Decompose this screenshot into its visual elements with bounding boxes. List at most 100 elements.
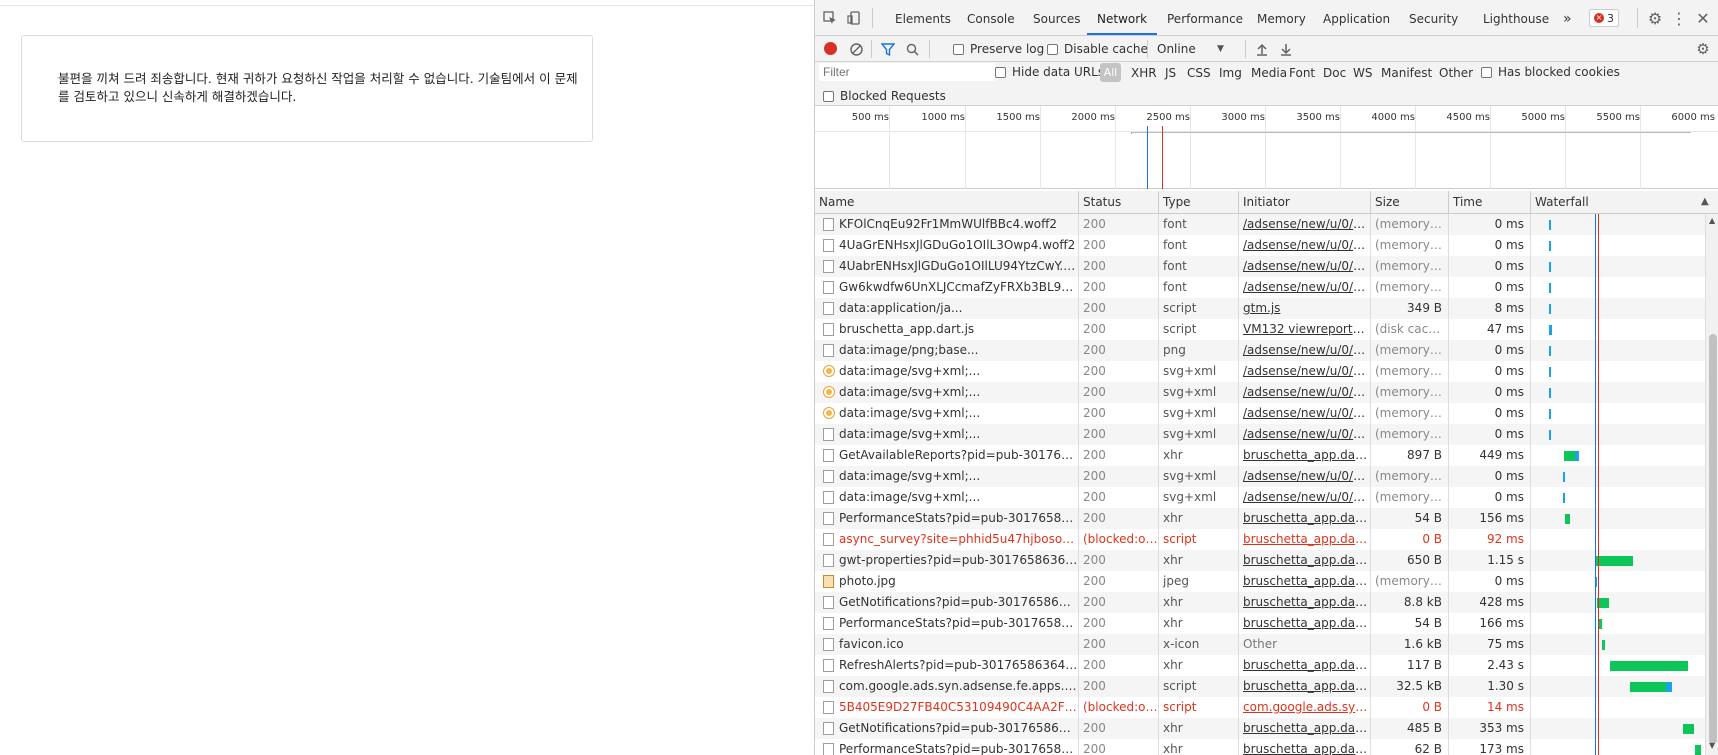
- request-name[interactable]: 5B405E9D27FB40C53109490C4AA2FB71.c...: [815, 697, 1079, 718]
- request-initiator[interactable]: /adsense/new/u/0/p...: [1239, 340, 1371, 361]
- request-name[interactable]: data:image/svg+xml;...: [815, 382, 1079, 403]
- request-initiator[interactable]: com.google.ads.syn....: [1239, 697, 1371, 718]
- request-name[interactable]: bruschetta_app.dart.js: [815, 319, 1079, 340]
- column-header-waterfall[interactable]: Waterfall: [1531, 191, 1718, 214]
- request-initiator[interactable]: bruschetta_app.dart.j...: [1239, 676, 1371, 697]
- request-name[interactable]: photo.jpg: [815, 571, 1079, 592]
- column-header-size[interactable]: Size: [1371, 191, 1449, 214]
- tab-sources[interactable]: Sources: [1033, 0, 1080, 35]
- throttle-dropdown-icon[interactable]: ▼: [1217, 36, 1224, 62]
- has-blocked-cookies-checkbox[interactable]: Has blocked cookies: [1481, 65, 1620, 79]
- request-name[interactable]: GetNotifications?pid=pub-301765863648...: [815, 718, 1079, 739]
- table-row[interactable]: data:image/svg+xml;... 200 svg+xml/adsense…: [815, 487, 1705, 508]
- tab-lighthouse[interactable]: Lighthouse: [1483, 0, 1549, 35]
- table-row[interactable]: data:image/svg+xml;... 200 svg+xml/adsense…: [815, 403, 1705, 424]
- filter-type-xhr[interactable]: XHR: [1131, 66, 1157, 80]
- table-row[interactable]: favicon.ico 200 x-icon Other 1.6 kB 75 ms: [815, 634, 1705, 655]
- request-name[interactable]: RefreshAlerts?pid=pub-301765863648706...: [815, 655, 1079, 676]
- filter-type-doc[interactable]: Doc: [1323, 66, 1346, 80]
- request-initiator[interactable]: /adsense/new/u/0/p...: [1239, 256, 1371, 277]
- column-header-status[interactable]: Status: [1079, 191, 1159, 214]
- checkbox-box[interactable]: [1047, 43, 1058, 55]
- filter-all-button[interactable]: All: [1100, 63, 1121, 82]
- request-name[interactable]: KFOlCnqEu92Fr1MmWUlfBBc4.woff2: [815, 214, 1079, 235]
- request-initiator[interactable]: /adsense/new/u/0/p...: [1239, 277, 1371, 298]
- table-row[interactable]: RefreshAlerts?pid=pub-301765863648706...…: [815, 655, 1705, 676]
- request-name[interactable]: data:image/svg+xml;...: [815, 403, 1079, 424]
- device-toolbar-icon[interactable]: [845, 9, 863, 27]
- request-name[interactable]: data:image/svg+xml;...: [815, 466, 1079, 487]
- table-row[interactable]: data:image/svg+xml;... 200 svg+xml/adsense…: [815, 361, 1705, 382]
- table-row[interactable]: data:image/svg+xml;... 200 svg+xml/adsense…: [815, 466, 1705, 487]
- request-initiator[interactable]: bruschetta_app.dart.j...: [1239, 445, 1371, 466]
- preserve-log-checkbox[interactable]: Preserve log: [953, 42, 1044, 56]
- checkbox-box[interactable]: [823, 90, 834, 102]
- table-row[interactable]: PerformanceStats?pid=pub-30176586364... 2…: [815, 739, 1705, 755]
- request-initiator[interactable]: /adsense/new/u/0/p...: [1239, 361, 1371, 382]
- checkbox-box[interactable]: [1481, 66, 1492, 78]
- tab-network[interactable]: Network: [1087, 0, 1158, 35]
- filter-type-manifest[interactable]: Manifest: [1381, 66, 1432, 80]
- table-row[interactable]: PerformanceStats?pid=pub-30176586364... 2…: [815, 508, 1705, 529]
- tab-performance[interactable]: Performance: [1167, 0, 1243, 35]
- tab-application[interactable]: Application: [1323, 0, 1390, 35]
- request-initiator[interactable]: VM132 viewreports:44: [1239, 319, 1371, 340]
- request-name[interactable]: data:application/ja...: [815, 298, 1079, 319]
- timeline-overview[interactable]: 500 ms 1000 ms 1500 ms 2000 ms 2500 ms 3…: [815, 106, 1718, 189]
- table-row[interactable]: data:image/svg+xml;... 200 svg+xml/adsense…: [815, 382, 1705, 403]
- kebab-menu-icon[interactable]: ⋮: [1671, 8, 1687, 28]
- request-name[interactable]: data:image/svg+xml;...: [815, 361, 1079, 382]
- filter-type-js[interactable]: JS: [1165, 66, 1176, 80]
- table-row[interactable]: GetAvailableReports?pid=pub-301765863...…: [815, 445, 1705, 466]
- request-name[interactable]: PerformanceStats?pid=pub-30176586364...: [815, 613, 1079, 634]
- network-settings-gear-icon[interactable]: ⚙: [1693, 40, 1713, 58]
- request-initiator[interactable]: bruschetta_app.dart.j...: [1239, 655, 1371, 676]
- column-header-initiator[interactable]: Initiator: [1239, 191, 1371, 214]
- request-name[interactable]: async_survey?site=phhid5u47hjbosokitevo.…: [815, 529, 1079, 550]
- checkbox-box[interactable]: [995, 66, 1006, 78]
- request-initiator[interactable]: bruschetta_app.dart.j...: [1239, 613, 1371, 634]
- filter-input[interactable]: [819, 63, 995, 81]
- scrollbar-thumb[interactable]: [1709, 334, 1717, 744]
- error-count-badge[interactable]: × 3: [1589, 9, 1619, 27]
- filter-type-img[interactable]: Img: [1219, 66, 1242, 80]
- export-har-icon[interactable]: [1277, 40, 1295, 58]
- request-name[interactable]: GetNotifications?pid=pub-301765863648...: [815, 592, 1079, 613]
- filter-type-media[interactable]: Media: [1251, 66, 1287, 80]
- column-header-type[interactable]: Type: [1159, 191, 1239, 214]
- scroll-down-arrow-icon[interactable]: ▼: [1709, 741, 1715, 750]
- request-name[interactable]: data:image/svg+xml;...: [815, 487, 1079, 508]
- table-row[interactable]: GetNotifications?pid=pub-301765863648...…: [815, 718, 1705, 739]
- request-initiator[interactable]: /adsense/new/u/0/p...: [1239, 466, 1371, 487]
- table-row[interactable]: 5B405E9D27FB40C53109490C4AA2FB71.c...(bl…: [815, 697, 1705, 718]
- request-initiator[interactable]: /adsense/new/u/0/p...: [1239, 403, 1371, 424]
- throttle-select[interactable]: Online: [1157, 36, 1196, 62]
- request-name[interactable]: GetAvailableReports?pid=pub-301765863...: [815, 445, 1079, 466]
- request-name[interactable]: gwt-properties?pid=pub-30176586364487...: [815, 550, 1079, 571]
- requests-scrollbar[interactable]: ▲ ▼: [1705, 214, 1718, 755]
- request-name[interactable]: data:image/svg+xml;...: [815, 424, 1079, 445]
- request-initiator[interactable]: bruschetta_app.dart.j...: [1239, 550, 1371, 571]
- column-header-name[interactable]: Name: [815, 191, 1079, 214]
- hide-data-urls-checkbox[interactable]: Hide data URLs: [995, 65, 1104, 79]
- request-initiator[interactable]: bruschetta_app.dart.j...: [1239, 508, 1371, 529]
- scroll-up-arrow-icon[interactable]: ▲: [1709, 216, 1715, 225]
- filter-type-font[interactable]: Font: [1289, 66, 1315, 80]
- tab-elements[interactable]: Elements: [895, 0, 951, 35]
- request-initiator[interactable]: gtm.js: [1239, 298, 1371, 319]
- table-row[interactable]: com.google.ads.syn.adsense.fe.apps.main.…: [815, 676, 1705, 697]
- filter-type-other[interactable]: Other: [1439, 66, 1473, 80]
- filter-type-css[interactable]: CSS: [1187, 66, 1211, 80]
- table-row[interactable]: async_survey?site=phhid5u47hjbosokitevo.…: [815, 529, 1705, 550]
- record-icon[interactable]: [824, 42, 837, 55]
- table-row[interactable]: gwt-properties?pid=pub-30176586364487...…: [815, 550, 1705, 571]
- request-initiator[interactable]: /adsense/new/u/0/p...: [1239, 382, 1371, 403]
- checkbox-box[interactable]: [953, 43, 964, 55]
- table-row[interactable]: KFOlCnqEu92Fr1MmWUlfBBc4.woff2 200 font/ad…: [815, 214, 1705, 235]
- request-initiator[interactable]: /adsense/new/u/0/p...: [1239, 487, 1371, 508]
- table-row[interactable]: PerformanceStats?pid=pub-30176586364... 2…: [815, 613, 1705, 634]
- request-name[interactable]: PerformanceStats?pid=pub-30176586364...: [815, 508, 1079, 529]
- table-row[interactable]: data:image/png;base... 200 png/adsense/new…: [815, 340, 1705, 361]
- request-name[interactable]: 4UabrENHsxJlGDuGo1OIlLU94YtzCwY.woff2: [815, 256, 1079, 277]
- column-header-time[interactable]: Time: [1449, 191, 1531, 214]
